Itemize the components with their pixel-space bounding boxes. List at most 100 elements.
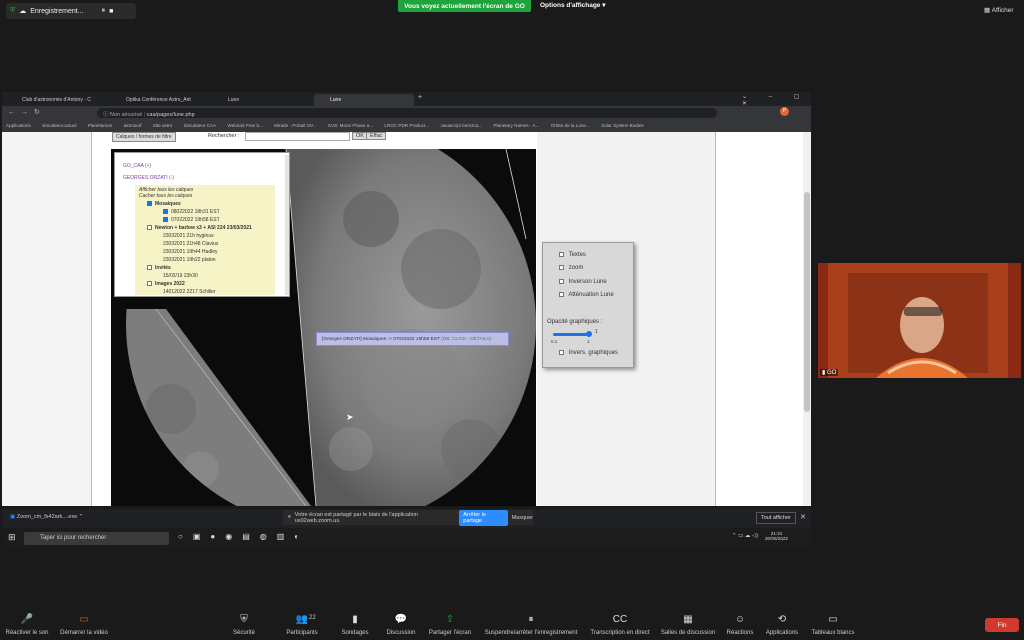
layer-checkbox[interactable] bbox=[147, 225, 152, 231]
stop-sharing-button[interactable]: Arrêter le partage bbox=[459, 509, 508, 526]
layer-item[interactable]: Mosaiques bbox=[147, 201, 181, 207]
checkbox[interactable] bbox=[559, 350, 564, 355]
reactions-button[interactable]: ☺ Réactions bbox=[722, 614, 758, 636]
layer-checkbox[interactable] bbox=[147, 281, 152, 287]
checkbox[interactable] bbox=[559, 292, 564, 297]
layers-button[interactable]: Calques / formes de filtre bbox=[112, 132, 176, 142]
share-screen-button[interactable]: ⇧ Partager l'écran bbox=[425, 614, 475, 636]
option-invert-moon[interactable]: Inverson Lune bbox=[559, 279, 607, 285]
layer-item[interactable]: 08022022 18h31 EST bbox=[163, 209, 220, 215]
option-texts[interactable]: Textes bbox=[559, 252, 586, 258]
polls-button[interactable]: ▮ Sondages bbox=[335, 614, 375, 636]
bookmark-item[interactable]: simulateur.actuel bbox=[42, 123, 76, 128]
checkbox[interactable] bbox=[559, 252, 564, 257]
bookmark-item[interactable]: astrosurf bbox=[124, 123, 142, 128]
layer-group-go-caa[interactable]: GO_CAA (+) bbox=[123, 163, 151, 169]
nav-buttons[interactable]: ←→↻ bbox=[8, 108, 46, 116]
layers-scrollbar[interactable] bbox=[285, 155, 289, 295]
shield-button[interactable]: ⛨ Sécurité bbox=[228, 614, 260, 636]
layer-checkbox[interactable] bbox=[163, 209, 168, 215]
scrollbar-thumb[interactable] bbox=[804, 192, 810, 412]
opacity-slider[interactable] bbox=[553, 333, 589, 336]
tab-lune-1[interactable]: Lune bbox=[212, 94, 312, 106]
info-icon: ⓘ bbox=[103, 112, 109, 118]
show-all-downloads-button[interactable]: Tout afficher bbox=[756, 512, 796, 524]
chat-button[interactable]: 💬 Discussion bbox=[382, 614, 420, 636]
end-meeting-button[interactable]: Fin bbox=[985, 618, 1019, 632]
clock[interactable]: 21:31 20/05/2022 bbox=[765, 531, 788, 541]
participants-button[interactable]: 👥 Participants bbox=[280, 614, 324, 636]
layer-checkbox[interactable] bbox=[147, 201, 152, 207]
layer-item[interactable]: 14012022 2217 Schiller bbox=[163, 289, 216, 295]
address-bar: ←→↻ ⓘ Non sécurisé | caa/pages/lune.php … bbox=[2, 106, 811, 120]
bookmark-item[interactable]: Webirad Free b... bbox=[227, 123, 262, 128]
tray-icons[interactable]: ⌃ ▭ ☁ ◁) bbox=[732, 533, 758, 539]
layer-item[interactable]: 23032021 21h48 Clavius bbox=[163, 241, 218, 247]
layer-item[interactable]: Newton + barlow x3 + ASI 224 23/03/2021 bbox=[147, 225, 252, 231]
layer-item[interactable]: 07022022 19h58 EST bbox=[163, 217, 220, 223]
bookmark-item[interactable]: Orbite de la Lune... bbox=[551, 123, 590, 128]
bookmark-item[interactable]: Simulateur CAA bbox=[183, 123, 216, 128]
new-tab-icon[interactable]: + bbox=[418, 94, 422, 101]
url-field[interactable]: ⓘ Non sécurisé | caa/pages/lune.php bbox=[97, 108, 717, 118]
layer-checkbox[interactable] bbox=[147, 265, 152, 271]
option-zoom[interactable]: zoom bbox=[559, 265, 583, 271]
whiteboard-button[interactable]: ▭ Tableaux blancs bbox=[808, 614, 858, 636]
hide-all-layers-link[interactable]: Cacher tous les calques bbox=[139, 193, 192, 199]
pause-record-button[interactable]: ⏸ Suspendre/arrêter l'enregistrement bbox=[480, 614, 582, 636]
chat-icon: 💬 bbox=[394, 614, 408, 625]
breakout-button[interactable]: ▦ Salles de discussion bbox=[658, 614, 718, 636]
recording-indicator[interactable]: ⛨ ☁ Enregistrement... ⏸ ■ bbox=[6, 3, 136, 19]
layer-item[interactable]: 23032021 19h22 platon bbox=[163, 257, 216, 263]
option-dim-moon[interactable]: Atténuation Lune bbox=[559, 292, 614, 298]
bookmark-item[interactable]: LROC PDR Product... bbox=[384, 123, 429, 128]
hide-button[interactable]: Masquer bbox=[512, 515, 533, 521]
bookmark-item[interactable]: Mirade - Portail OV... bbox=[274, 123, 316, 128]
bookmark-item[interactable]: SVS: Moon Phase a... bbox=[328, 123, 373, 128]
option-invert-graphics[interactable]: Invers. graphiques bbox=[559, 350, 618, 356]
layer-item[interactable]: 23032021 21h hyginus bbox=[163, 233, 214, 239]
bookmark-item[interactable]: Site astro bbox=[153, 123, 172, 128]
taskbar-app-icons[interactable]: ○▣●◉▤◍▥◐ bbox=[178, 532, 309, 541]
window-controls[interactable]: ⌄ – ▢ ✕ bbox=[742, 93, 811, 107]
profile-avatar[interactable]: P bbox=[780, 107, 789, 116]
windows-start-icon[interactable]: ⊞ bbox=[8, 532, 16, 543]
layer-item[interactable]: 23032021 19h44 Hadley bbox=[163, 249, 218, 255]
apps-icon: ⟲ bbox=[777, 614, 787, 625]
tab-optika[interactable]: Optika Conférence Astro_Ant bbox=[110, 94, 210, 106]
bookmark-item[interactable]: Javascript tiers2ca... bbox=[440, 123, 482, 128]
opacity-slider-thumb[interactable] bbox=[586, 331, 592, 337]
taskbar-search[interactable]: Taper ici pour rechercher bbox=[24, 532, 169, 545]
view-options-button[interactable]: Options d'affichage ▾ bbox=[540, 1, 606, 9]
tab-lune-2[interactable]: Lune bbox=[314, 94, 414, 106]
toolbar-label: Sécurité bbox=[232, 630, 255, 636]
captions-button[interactable]: CC Transcription en direct bbox=[585, 614, 655, 636]
bookmark-item[interactable]: Solar System Bodies bbox=[601, 123, 644, 128]
show-button[interactable]: ▦ Afficher bbox=[984, 6, 1014, 14]
layer-label: 23032021 21h48 Clavius bbox=[163, 241, 219, 247]
checkbox[interactable] bbox=[559, 265, 564, 270]
clear-button[interactable]: Effac bbox=[366, 132, 387, 140]
layer-group-orzati[interactable]: GEORGES ORZATI (-) bbox=[123, 175, 174, 181]
apps-button[interactable]: ⟲ Applications bbox=[762, 614, 802, 636]
bookmark-item[interactable]: Applications bbox=[6, 123, 31, 128]
tab-club[interactable]: Club d'astronomie d'Antony - C bbox=[6, 94, 106, 106]
toolbar-label: Réactiver le son bbox=[5, 630, 49, 636]
layer-item[interactable]: Invités bbox=[147, 265, 171, 271]
layer-item[interactable]: 15/02/19 23h30 bbox=[163, 273, 198, 279]
pause-icon[interactable]: ⏸ bbox=[102, 7, 106, 15]
bookmark-item[interactable]: Planetary Names - A... bbox=[493, 123, 539, 128]
download-item[interactable]: ▣ Zoom_cm_fs42ark....exe ⌃ bbox=[10, 514, 83, 520]
bookmark-item[interactable]: Planétarium bbox=[88, 123, 113, 128]
participant-video[interactable]: ▮ GO bbox=[818, 263, 1021, 378]
whiteboard-icon: ▭ bbox=[828, 614, 838, 625]
mic-off-button[interactable]: 🎤 Réactiver le son bbox=[5, 614, 49, 636]
search-input[interactable] bbox=[245, 132, 350, 141]
video-off-button[interactable]: ▭ Démarrer la vidéo bbox=[55, 614, 113, 636]
stop-icon[interactable]: ■ bbox=[109, 8, 113, 15]
layer-item[interactable]: Images 2022 bbox=[147, 281, 185, 287]
checkbox[interactable] bbox=[559, 279, 564, 284]
close-icon[interactable]: ✕ bbox=[800, 513, 806, 521]
layer-checkbox[interactable] bbox=[163, 217, 168, 223]
opacity-max: 1 bbox=[595, 329, 598, 335]
